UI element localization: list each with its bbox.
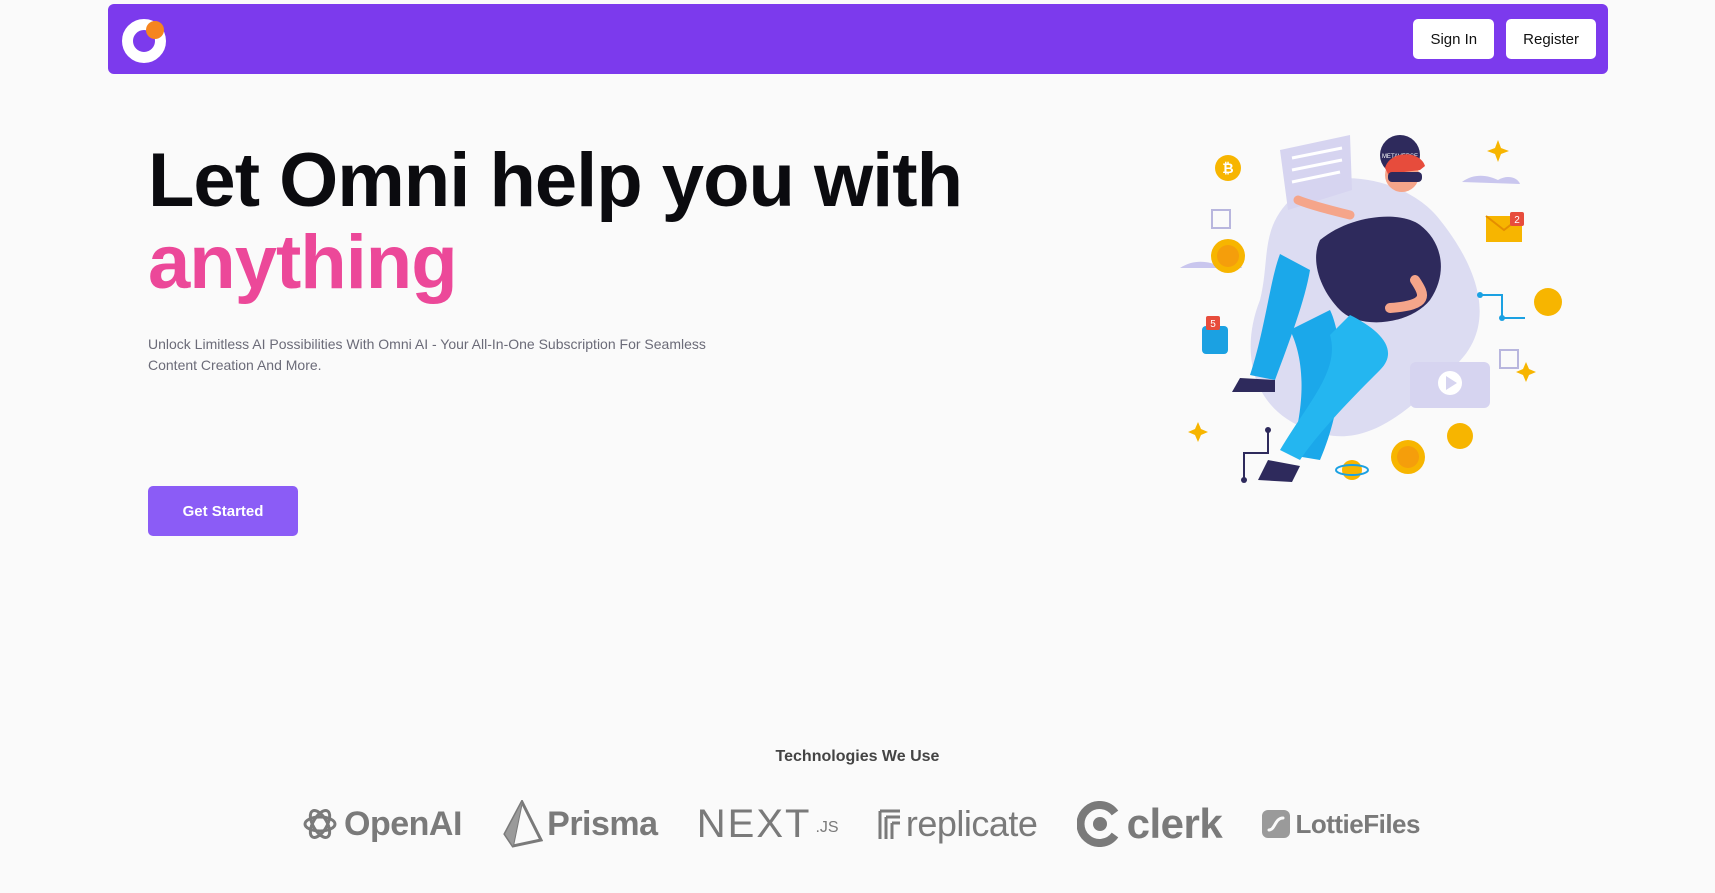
nextjs-wordmark: NEXT [696,801,812,846]
sign-in-button[interactable]: Sign In [1413,19,1495,59]
lightning-coin-icon [1534,288,1562,316]
openai-knot-icon [303,809,337,839]
logo-dot [146,21,164,39]
top-navbar: Sign In Register [108,4,1608,74]
hero-title: Let Omni help you with anything [148,138,963,305]
svg-text:5: 5 [1210,319,1216,330]
cloud-right [1462,175,1520,184]
phone-icon [1202,326,1228,354]
sparkle-icon [1487,140,1509,162]
lottie-icon [1262,810,1291,838]
register-button[interactable]: Register [1506,19,1596,59]
connector-lines [1480,294,1525,319]
technology-logos: OpenAI Prisma NEXT .JS replicate clerk L… [300,796,1420,852]
replicate-wordmark: replicate [905,803,1038,844]
clerk-logo: clerk [1076,800,1223,848]
replicate-icon [878,809,900,839]
lottiefiles-logo: LottieFiles [1261,809,1420,840]
hero-title-accent: anything [148,220,458,305]
get-started-button[interactable]: Get Started [148,486,298,536]
hero-subtitle: Unlock Limitless AI Possibilities With O… [148,336,706,373]
nextjs-logo: NEXT .JS [697,802,839,847]
prisma-wordmark: Prisma [547,804,658,843]
clerk-wordmark: clerk [1126,800,1223,847]
replicate-logo: replicate [878,803,1038,845]
sparkle-icon [1188,422,1208,442]
hero-title-line1: Let Omni help you with [148,138,963,223]
metaverse-illustration: METAVERSE ₿ 2 5 [1180,135,1562,483]
svg-text:2: 2 [1514,215,1520,226]
cube-icon [1499,349,1519,369]
a-coin-icon [1447,423,1473,449]
svg-text:₿: ₿ [1222,161,1233,177]
omni-logo-icon[interactable] [120,15,168,63]
lottiefiles-wordmark: LottieFiles [1295,808,1420,839]
shoe [1258,460,1300,482]
openai-logo: OpenAI [300,804,462,844]
prisma-logo: Prisma [501,800,658,848]
clerk-icon [1076,801,1118,847]
nav-actions: Sign In Register [1413,19,1596,59]
technologies-heading: Technologies We Use [775,748,940,765]
prisma-triangle-icon [503,800,544,848]
planet-icon [1342,460,1362,480]
nextjs-suffix: .JS [815,818,839,836]
openai-wordmark: OpenAI [344,804,462,843]
cube-icon [1211,209,1231,229]
shoe [1232,378,1275,392]
